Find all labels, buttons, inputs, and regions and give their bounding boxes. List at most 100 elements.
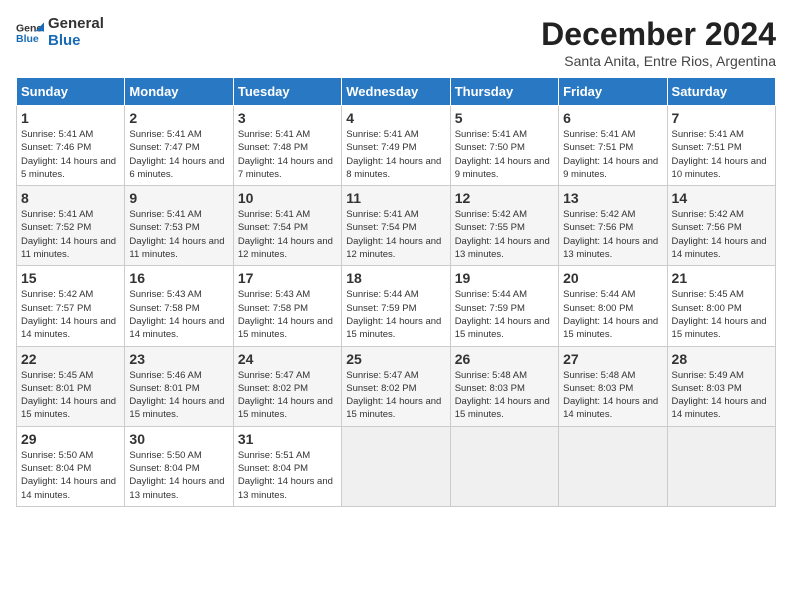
header-tuesday: Tuesday: [233, 78, 341, 106]
calendar-cell: [667, 426, 775, 506]
day-number: 11: [346, 190, 445, 206]
calendar-cell: 21 Sunrise: 5:45 AM Sunset: 8:00 PM Dayl…: [667, 266, 775, 346]
calendar-cell: 16 Sunrise: 5:43 AM Sunset: 7:58 PM Dayl…: [125, 266, 233, 346]
day-info: Sunrise: 5:42 AM Sunset: 7:56 PM Dayligh…: [563, 208, 662, 261]
day-number: 9: [129, 190, 228, 206]
day-number: 29: [21, 431, 120, 447]
calendar-cell: 5 Sunrise: 5:41 AM Sunset: 7:50 PM Dayli…: [450, 106, 558, 186]
calendar-cell: 25 Sunrise: 5:47 AM Sunset: 8:02 PM Dayl…: [342, 346, 450, 426]
day-info: Sunrise: 5:42 AM Sunset: 7:57 PM Dayligh…: [21, 288, 120, 341]
calendar-cell: 31 Sunrise: 5:51 AM Sunset: 8:04 PM Dayl…: [233, 426, 341, 506]
calendar-week-row: 1 Sunrise: 5:41 AM Sunset: 7:46 PM Dayli…: [17, 106, 776, 186]
day-info: Sunrise: 5:46 AM Sunset: 8:01 PM Dayligh…: [129, 369, 228, 422]
header: General Blue General Blue December 2024 …: [16, 16, 776, 69]
calendar-cell: 23 Sunrise: 5:46 AM Sunset: 8:01 PM Dayl…: [125, 346, 233, 426]
day-number: 25: [346, 351, 445, 367]
day-info: Sunrise: 5:41 AM Sunset: 7:54 PM Dayligh…: [346, 208, 445, 261]
day-info: Sunrise: 5:50 AM Sunset: 8:04 PM Dayligh…: [129, 449, 228, 502]
day-number: 27: [563, 351, 662, 367]
calendar-cell: 20 Sunrise: 5:44 AM Sunset: 8:00 PM Dayl…: [559, 266, 667, 346]
calendar-subtitle: Santa Anita, Entre Rios, Argentina: [541, 53, 776, 69]
calendar-cell: 12 Sunrise: 5:42 AM Sunset: 7:55 PM Dayl…: [450, 186, 558, 266]
day-number: 8: [21, 190, 120, 206]
day-info: Sunrise: 5:41 AM Sunset: 7:54 PM Dayligh…: [238, 208, 337, 261]
day-info: Sunrise: 5:45 AM Sunset: 8:01 PM Dayligh…: [21, 369, 120, 422]
day-number: 1: [21, 110, 120, 126]
day-info: Sunrise: 5:41 AM Sunset: 7:47 PM Dayligh…: [129, 128, 228, 181]
day-number: 22: [21, 351, 120, 367]
calendar-cell: 6 Sunrise: 5:41 AM Sunset: 7:51 PM Dayli…: [559, 106, 667, 186]
calendar-header-row: SundayMondayTuesdayWednesdayThursdayFrid…: [17, 78, 776, 106]
day-info: Sunrise: 5:41 AM Sunset: 7:51 PM Dayligh…: [672, 128, 771, 181]
calendar-cell: 4 Sunrise: 5:41 AM Sunset: 7:49 PM Dayli…: [342, 106, 450, 186]
calendar-cell: [342, 426, 450, 506]
calendar-week-row: 22 Sunrise: 5:45 AM Sunset: 8:01 PM Dayl…: [17, 346, 776, 426]
calendar-cell: 29 Sunrise: 5:50 AM Sunset: 8:04 PM Dayl…: [17, 426, 125, 506]
day-info: Sunrise: 5:43 AM Sunset: 7:58 PM Dayligh…: [129, 288, 228, 341]
calendar-cell: 18 Sunrise: 5:44 AM Sunset: 7:59 PM Dayl…: [342, 266, 450, 346]
day-info: Sunrise: 5:47 AM Sunset: 8:02 PM Dayligh…: [238, 369, 337, 422]
calendar-cell: [559, 426, 667, 506]
day-info: Sunrise: 5:45 AM Sunset: 8:00 PM Dayligh…: [672, 288, 771, 341]
day-number: 26: [455, 351, 554, 367]
calendar-cell: 9 Sunrise: 5:41 AM Sunset: 7:53 PM Dayli…: [125, 186, 233, 266]
day-number: 10: [238, 190, 337, 206]
calendar-cell: 19 Sunrise: 5:44 AM Sunset: 7:59 PM Dayl…: [450, 266, 558, 346]
calendar-cell: 10 Sunrise: 5:41 AM Sunset: 7:54 PM Dayl…: [233, 186, 341, 266]
header-thursday: Thursday: [450, 78, 558, 106]
day-number: 15: [21, 270, 120, 286]
day-number: 14: [672, 190, 771, 206]
day-number: 21: [672, 270, 771, 286]
calendar-cell: 3 Sunrise: 5:41 AM Sunset: 7:48 PM Dayli…: [233, 106, 341, 186]
calendar-cell: 11 Sunrise: 5:41 AM Sunset: 7:54 PM Dayl…: [342, 186, 450, 266]
logo-line2: Blue: [48, 33, 104, 50]
day-info: Sunrise: 5:48 AM Sunset: 8:03 PM Dayligh…: [455, 369, 554, 422]
day-info: Sunrise: 5:41 AM Sunset: 7:52 PM Dayligh…: [21, 208, 120, 261]
calendar-cell: 1 Sunrise: 5:41 AM Sunset: 7:46 PM Dayli…: [17, 106, 125, 186]
day-info: Sunrise: 5:44 AM Sunset: 7:59 PM Dayligh…: [455, 288, 554, 341]
day-number: 16: [129, 270, 228, 286]
svg-text:Blue: Blue: [16, 32, 39, 44]
calendar-week-row: 15 Sunrise: 5:42 AM Sunset: 7:57 PM Dayl…: [17, 266, 776, 346]
calendar-cell: 2 Sunrise: 5:41 AM Sunset: 7:47 PM Dayli…: [125, 106, 233, 186]
calendar-cell: 27 Sunrise: 5:48 AM Sunset: 8:03 PM Dayl…: [559, 346, 667, 426]
day-info: Sunrise: 5:44 AM Sunset: 7:59 PM Dayligh…: [346, 288, 445, 341]
calendar-cell: 17 Sunrise: 5:43 AM Sunset: 7:58 PM Dayl…: [233, 266, 341, 346]
calendar-cell: 26 Sunrise: 5:48 AM Sunset: 8:03 PM Dayl…: [450, 346, 558, 426]
calendar-week-row: 8 Sunrise: 5:41 AM Sunset: 7:52 PM Dayli…: [17, 186, 776, 266]
logo-icon: General Blue: [16, 19, 44, 47]
day-number: 17: [238, 270, 337, 286]
title-area: December 2024 Santa Anita, Entre Rios, A…: [541, 16, 776, 69]
day-number: 7: [672, 110, 771, 126]
day-info: Sunrise: 5:50 AM Sunset: 8:04 PM Dayligh…: [21, 449, 120, 502]
calendar-cell: 22 Sunrise: 5:45 AM Sunset: 8:01 PM Dayl…: [17, 346, 125, 426]
day-number: 19: [455, 270, 554, 286]
day-info: Sunrise: 5:41 AM Sunset: 7:49 PM Dayligh…: [346, 128, 445, 181]
day-number: 30: [129, 431, 228, 447]
day-info: Sunrise: 5:41 AM Sunset: 7:51 PM Dayligh…: [563, 128, 662, 181]
day-number: 24: [238, 351, 337, 367]
header-sunday: Sunday: [17, 78, 125, 106]
calendar-table: SundayMondayTuesdayWednesdayThursdayFrid…: [16, 77, 776, 507]
calendar-cell: 14 Sunrise: 5:42 AM Sunset: 7:56 PM Dayl…: [667, 186, 775, 266]
calendar-cell: 30 Sunrise: 5:50 AM Sunset: 8:04 PM Dayl…: [125, 426, 233, 506]
calendar-week-row: 29 Sunrise: 5:50 AM Sunset: 8:04 PM Dayl…: [17, 426, 776, 506]
day-info: Sunrise: 5:41 AM Sunset: 7:53 PM Dayligh…: [129, 208, 228, 261]
day-number: 31: [238, 431, 337, 447]
header-saturday: Saturday: [667, 78, 775, 106]
day-info: Sunrise: 5:47 AM Sunset: 8:02 PM Dayligh…: [346, 369, 445, 422]
day-info: Sunrise: 5:51 AM Sunset: 8:04 PM Dayligh…: [238, 449, 337, 502]
day-number: 2: [129, 110, 228, 126]
calendar-cell: 13 Sunrise: 5:42 AM Sunset: 7:56 PM Dayl…: [559, 186, 667, 266]
day-number: 4: [346, 110, 445, 126]
header-friday: Friday: [559, 78, 667, 106]
day-info: Sunrise: 5:42 AM Sunset: 7:56 PM Dayligh…: [672, 208, 771, 261]
logo: General Blue General Blue: [16, 16, 104, 49]
day-number: 3: [238, 110, 337, 126]
header-wednesday: Wednesday: [342, 78, 450, 106]
calendar-cell: 7 Sunrise: 5:41 AM Sunset: 7:51 PM Dayli…: [667, 106, 775, 186]
day-number: 6: [563, 110, 662, 126]
calendar-title: December 2024: [541, 16, 776, 53]
day-number: 23: [129, 351, 228, 367]
day-info: Sunrise: 5:49 AM Sunset: 8:03 PM Dayligh…: [672, 369, 771, 422]
